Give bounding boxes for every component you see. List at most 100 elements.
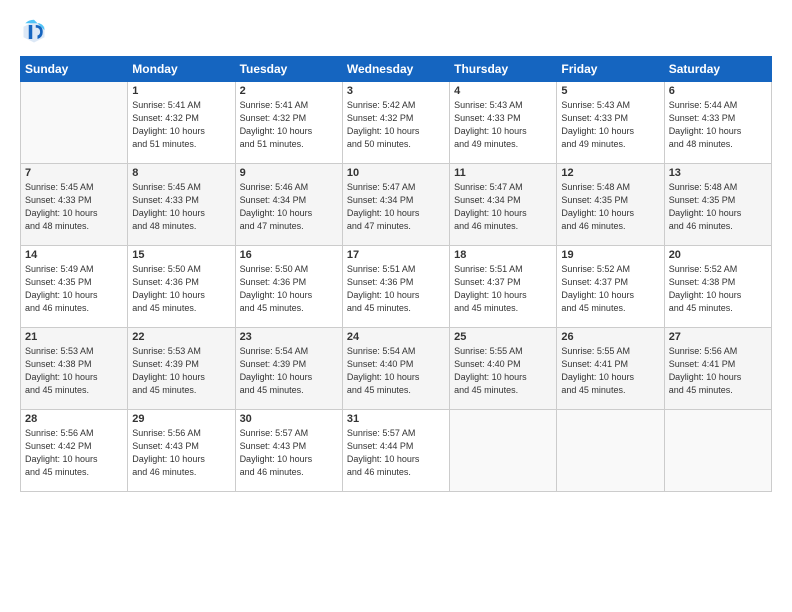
day-info: Sunrise: 5:56 AMSunset: 4:43 PMDaylight:…: [132, 427, 230, 479]
calendar-week-1: 1 Sunrise: 5:41 AMSunset: 4:32 PMDaylight…: [21, 82, 772, 164]
calendar-cell: 19 Sunrise: 5:52 AMSunset: 4:37 PMDayligh…: [557, 246, 664, 328]
calendar-cell: 10 Sunrise: 5:47 AMSunset: 4:34 PMDayligh…: [342, 164, 449, 246]
day-info: Sunrise: 5:57 AMSunset: 4:43 PMDaylight:…: [240, 427, 338, 479]
day-number: 20: [669, 249, 767, 261]
calendar-cell: 1 Sunrise: 5:41 AMSunset: 4:32 PMDaylight…: [128, 82, 235, 164]
calendar-week-5: 28 Sunrise: 5:56 AMSunset: 4:42 PMDayligh…: [21, 410, 772, 492]
day-number: 17: [347, 249, 445, 261]
day-info: Sunrise: 5:52 AMSunset: 4:37 PMDaylight:…: [561, 263, 659, 315]
calendar-cell: 6Sunrise: 5:44 AMSunset: 4:33 PMDaylight…: [664, 82, 771, 164]
calendar-cell: 13Sunrise: 5:48 AMSunset: 4:35 PMDayligh…: [664, 164, 771, 246]
calendar-cell: 24 Sunrise: 5:54 AMSunset: 4:40 PMDayligh…: [342, 328, 449, 410]
day-number: 8: [132, 167, 230, 179]
calendar-cell: 11Sunrise: 5:47 AMSunset: 4:34 PMDayligh…: [450, 164, 557, 246]
day-info: Sunrise: 5:50 AMSunset: 4:36 PMDaylight:…: [132, 263, 230, 315]
day-number: 21: [25, 331, 123, 343]
day-info: Sunrise: 5:50 AMSunset: 4:36 PMDaylight:…: [240, 263, 338, 315]
calendar-cell: 2 Sunrise: 5:41 AMSunset: 4:32 PMDaylight…: [235, 82, 342, 164]
calendar-table: SundayMondayTuesdayWednesdayThursdayFrid…: [20, 56, 772, 492]
day-number: 7: [25, 167, 123, 179]
weekday-header-sunday: Sunday: [21, 57, 128, 82]
day-info: Sunrise: 5:54 AMSunset: 4:39 PMDaylight:…: [240, 345, 338, 397]
day-number: 10: [347, 167, 445, 179]
calendar-cell: 4 Sunrise: 5:43 AMSunset: 4:33 PMDaylight…: [450, 82, 557, 164]
calendar-cell: 31 Sunrise: 5:57 AMSunset: 4:44 PMDayligh…: [342, 410, 449, 492]
calendar-cell: 5 Sunrise: 5:43 AMSunset: 4:33 PMDaylight…: [557, 82, 664, 164]
day-info: Sunrise: 5:53 AMSunset: 4:38 PMDaylight:…: [25, 345, 123, 397]
calendar-cell: 23 Sunrise: 5:54 AMSunset: 4:39 PMDayligh…: [235, 328, 342, 410]
day-info: Sunrise: 5:41 AMSunset: 4:32 PMDaylight:…: [240, 99, 338, 151]
day-info: Sunrise: 5:41 AMSunset: 4:32 PMDaylight:…: [132, 99, 230, 151]
day-number: 25: [454, 331, 552, 343]
day-info: Sunrise: 5:51 AMSunset: 4:36 PMDaylight:…: [347, 263, 445, 315]
day-info: Sunrise: 5:53 AMSunset: 4:39 PMDaylight:…: [132, 345, 230, 397]
calendar-cell: 30 Sunrise: 5:57 AMSunset: 4:43 PMDayligh…: [235, 410, 342, 492]
calendar-cell: 17 Sunrise: 5:51 AMSunset: 4:36 PMDayligh…: [342, 246, 449, 328]
day-number: 24: [347, 331, 445, 343]
day-info: Sunrise: 5:48 AMSunset: 4:35 PMDaylight:…: [561, 181, 659, 233]
day-number: 30: [240, 413, 338, 425]
calendar-cell: 25Sunrise: 5:55 AMSunset: 4:40 PMDayligh…: [450, 328, 557, 410]
calendar-cell: 12 Sunrise: 5:48 AMSunset: 4:35 PMDayligh…: [557, 164, 664, 246]
page-header: [20, 18, 772, 46]
calendar-cell: 27 Sunrise: 5:56 AMSunset: 4:41 PMDayligh…: [664, 328, 771, 410]
day-number: 26: [561, 331, 659, 343]
day-info: Sunrise: 5:55 AMSunset: 4:41 PMDaylight:…: [561, 345, 659, 397]
day-number: 22: [132, 331, 230, 343]
calendar-cell: [664, 410, 771, 492]
day-info: Sunrise: 5:56 AMSunset: 4:41 PMDaylight:…: [669, 345, 767, 397]
calendar-cell: 16 Sunrise: 5:50 AMSunset: 4:36 PMDayligh…: [235, 246, 342, 328]
day-number: 16: [240, 249, 338, 261]
calendar-cell: 28 Sunrise: 5:56 AMSunset: 4:42 PMDayligh…: [21, 410, 128, 492]
day-number: 14: [25, 249, 123, 261]
day-info: Sunrise: 5:57 AMSunset: 4:44 PMDaylight:…: [347, 427, 445, 479]
day-info: Sunrise: 5:49 AMSunset: 4:35 PMDaylight:…: [25, 263, 123, 315]
day-info: Sunrise: 5:48 AMSunset: 4:35 PMDaylight:…: [669, 181, 767, 233]
day-number: 5: [561, 85, 659, 97]
day-info: Sunrise: 5:52 AMSunset: 4:38 PMDaylight:…: [669, 263, 767, 315]
weekday-header-friday: Friday: [557, 57, 664, 82]
day-number: 28: [25, 413, 123, 425]
day-number: 1: [132, 85, 230, 97]
weekday-header-row: SundayMondayTuesdayWednesdayThursdayFrid…: [21, 57, 772, 82]
calendar-cell: 20 Sunrise: 5:52 AMSunset: 4:38 PMDayligh…: [664, 246, 771, 328]
calendar-week-2: 7 Sunrise: 5:45 AMSunset: 4:33 PMDaylight…: [21, 164, 772, 246]
weekday-header-monday: Monday: [128, 57, 235, 82]
calendar-cell: 7 Sunrise: 5:45 AMSunset: 4:33 PMDaylight…: [21, 164, 128, 246]
day-info: Sunrise: 5:47 AMSunset: 4:34 PMDaylight:…: [454, 181, 552, 233]
calendar-cell: 21 Sunrise: 5:53 AMSunset: 4:38 PMDayligh…: [21, 328, 128, 410]
calendar-cell: [450, 410, 557, 492]
day-info: Sunrise: 5:54 AMSunset: 4:40 PMDaylight:…: [347, 345, 445, 397]
day-number: 19: [561, 249, 659, 261]
weekday-header-tuesday: Tuesday: [235, 57, 342, 82]
calendar-cell: 3 Sunrise: 5:42 AMSunset: 4:32 PMDaylight…: [342, 82, 449, 164]
day-number: 3: [347, 85, 445, 97]
day-number: 4: [454, 85, 552, 97]
logo-icon: [20, 18, 48, 46]
calendar-cell: 9Sunrise: 5:46 AMSunset: 4:34 PMDaylight…: [235, 164, 342, 246]
calendar-cell: 22 Sunrise: 5:53 AMSunset: 4:39 PMDayligh…: [128, 328, 235, 410]
calendar-week-3: 14 Sunrise: 5:49 AMSunset: 4:35 PMDayligh…: [21, 246, 772, 328]
day-info: Sunrise: 5:42 AMSunset: 4:32 PMDaylight:…: [347, 99, 445, 151]
day-number: 2: [240, 85, 338, 97]
weekday-header-wednesday: Wednesday: [342, 57, 449, 82]
calendar-cell: 15Sunrise: 5:50 AMSunset: 4:36 PMDayligh…: [128, 246, 235, 328]
day-info: Sunrise: 5:56 AMSunset: 4:42 PMDaylight:…: [25, 427, 123, 479]
day-number: 12: [561, 167, 659, 179]
day-info: Sunrise: 5:45 AMSunset: 4:33 PMDaylight:…: [25, 181, 123, 233]
day-number: 23: [240, 331, 338, 343]
day-info: Sunrise: 5:47 AMSunset: 4:34 PMDaylight:…: [347, 181, 445, 233]
calendar-cell: 8 Sunrise: 5:45 AMSunset: 4:33 PMDaylight…: [128, 164, 235, 246]
day-info: Sunrise: 5:44 AMSunset: 4:33 PMDaylight:…: [669, 99, 767, 151]
day-number: 9: [240, 167, 338, 179]
calendar-week-4: 21 Sunrise: 5:53 AMSunset: 4:38 PMDayligh…: [21, 328, 772, 410]
weekday-header-saturday: Saturday: [664, 57, 771, 82]
day-info: Sunrise: 5:43 AMSunset: 4:33 PMDaylight:…: [561, 99, 659, 151]
calendar-cell: 26 Sunrise: 5:55 AMSunset: 4:41 PMDayligh…: [557, 328, 664, 410]
day-number: 31: [347, 413, 445, 425]
day-info: Sunrise: 5:45 AMSunset: 4:33 PMDaylight:…: [132, 181, 230, 233]
calendar-cell: 18Sunrise: 5:51 AMSunset: 4:37 PMDayligh…: [450, 246, 557, 328]
calendar-cell: 14 Sunrise: 5:49 AMSunset: 4:35 PMDayligh…: [21, 246, 128, 328]
day-info: Sunrise: 5:43 AMSunset: 4:33 PMDaylight:…: [454, 99, 552, 151]
day-number: 27: [669, 331, 767, 343]
